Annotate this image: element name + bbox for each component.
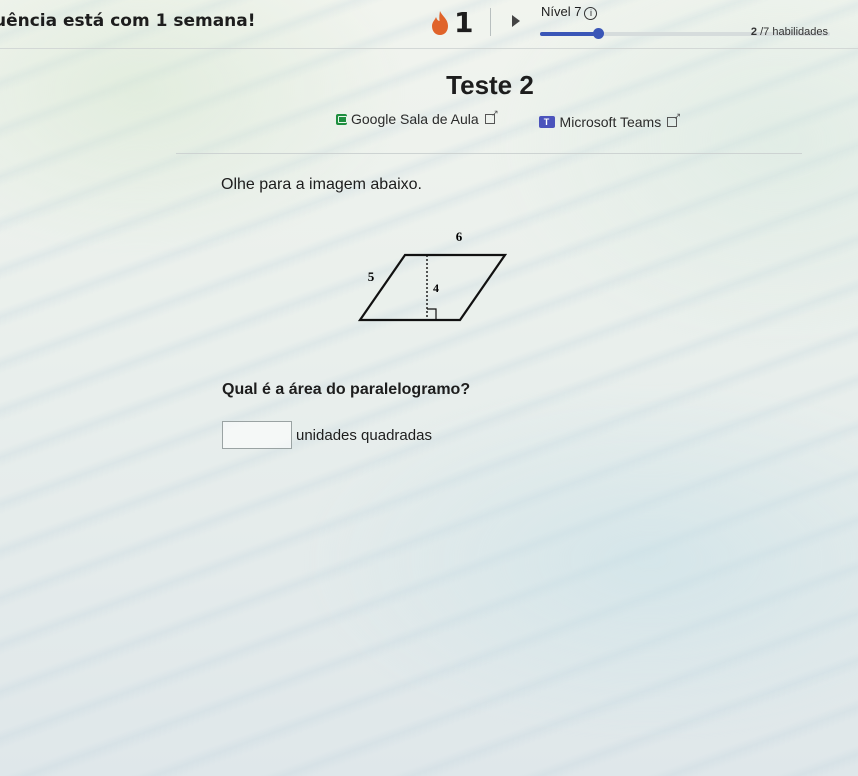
google-classroom-icon: [336, 113, 347, 125]
level-label[interactable]: Nível 7i: [541, 4, 598, 20]
external-link-icon: [667, 111, 681, 127]
level-progress-knob: [593, 28, 604, 39]
google-classroom-link[interactable]: Google Sala de Aula: [336, 108, 499, 127]
google-classroom-label: Google Sala de Aula: [351, 111, 479, 127]
streak-count: 1: [454, 6, 474, 39]
skills-total: /7 habilidades: [760, 26, 828, 38]
microsoft-teams-link[interactable]: T Microsoft Teams: [538, 111, 681, 130]
level-progress-fill: [540, 32, 598, 36]
play-icon[interactable]: [512, 15, 520, 27]
header-divider: [490, 8, 491, 36]
level-text: Nível 7: [541, 4, 582, 19]
microsoft-teams-icon: T: [538, 115, 555, 128]
skills-done: 2: [750, 26, 758, 38]
answer-row: unidades quadradas: [222, 421, 432, 449]
info-icon[interactable]: i: [584, 7, 598, 20]
flame-icon: [432, 11, 448, 35]
question-text: Qual é a área do paralelogramo?: [222, 381, 471, 398]
microsoft-teams-label: Microsoft Teams: [559, 113, 662, 130]
quiz-title: Teste 2: [446, 70, 534, 100]
answer-input[interactable]: [222, 421, 292, 449]
top-bar: uência está com 1 semana! 1 Nível 7i 2 /…: [0, 0, 858, 48]
section-divider: [176, 153, 802, 154]
slant-side-label: 5: [368, 269, 375, 284]
skills-counter: 2 /7 habilidades: [751, 26, 828, 38]
streak-message: uência está com 1 semana!: [0, 11, 256, 31]
external-link-icon: [484, 108, 499, 124]
unit-label: unidades quadradas: [296, 426, 432, 444]
top-side-label: 6: [456, 229, 463, 244]
parallelogram-figure: 6 5 4: [357, 229, 508, 322]
header-separator: [0, 48, 858, 49]
share-links: Google Sala de Aula T Microsoft Teams: [336, 108, 717, 130]
question-prompt: Olhe para a imagem abaixo.: [221, 176, 422, 193]
right-angle-marker: [427, 308, 437, 320]
height-label: 4: [433, 281, 439, 295]
